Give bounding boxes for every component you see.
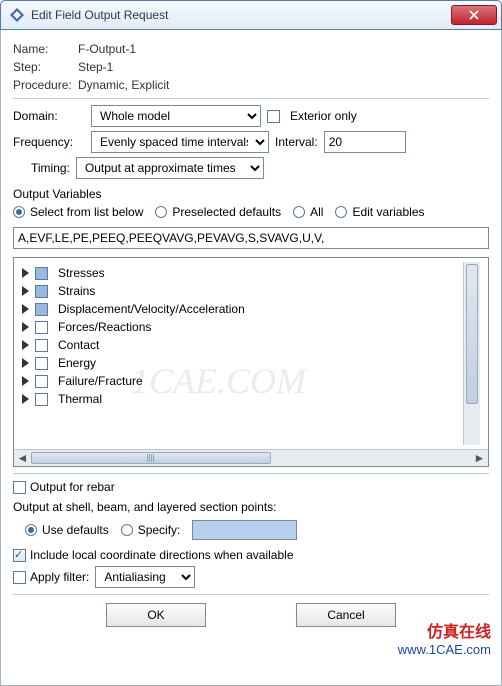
scroll-left-icon[interactable]: ◄ (14, 451, 31, 466)
separator (13, 473, 489, 474)
procedure-label: Procedure: (13, 78, 78, 92)
tree-item-stresses[interactable]: Stresses (22, 266, 463, 280)
output-mode-radios: Select from list below Preselected defau… (13, 205, 489, 219)
step-value: Step-1 (78, 60, 113, 74)
radio-use-defaults[interactable]: Use defaults (25, 523, 109, 537)
tree-item-failure-fracture[interactable]: Failure/Fracture (22, 374, 463, 388)
tree-checkbox[interactable] (35, 357, 48, 370)
tree-label: Displacement/Velocity/Acceleration (58, 302, 245, 316)
procedure-value: Dynamic, Explicit (78, 78, 169, 92)
tree-label: Stresses (58, 266, 105, 280)
scroll-right-icon[interactable]: ► (471, 451, 488, 466)
domain-row: Domain: Whole model Exterior only (13, 105, 489, 127)
radio-specify[interactable]: Specify: (121, 523, 181, 537)
close-button[interactable] (451, 5, 497, 25)
tree-item-energy[interactable]: Energy (22, 356, 463, 370)
scrollbar-horizontal[interactable]: ◄ ► (14, 449, 488, 466)
radio-all[interactable]: All (293, 205, 323, 219)
tree-label: Thermal (58, 392, 102, 406)
section-points-radios: Use defaults Specify: (13, 520, 489, 540)
expand-icon[interactable] (22, 304, 29, 314)
expand-icon[interactable] (22, 322, 29, 332)
tree-item-contact[interactable]: Contact (22, 338, 463, 352)
tree-label: Strains (58, 284, 95, 298)
apply-filter-checkbox[interactable] (13, 571, 26, 584)
tree-checkbox[interactable] (35, 267, 48, 280)
apply-filter-label: Apply filter: (30, 570, 89, 584)
ok-button[interactable]: OK (106, 603, 206, 627)
radio-preselected[interactable]: Preselected defaults (155, 205, 281, 219)
tree-item-forces-reactions[interactable]: Forces/Reactions (22, 320, 463, 334)
tree-checkbox[interactable] (35, 339, 48, 352)
domain-label: Domain: (13, 109, 85, 123)
exterior-only-checkbox[interactable] (267, 110, 280, 123)
tree-label: Failure/Fracture (58, 374, 143, 388)
tree-item-displacement-velocity-acceleration[interactable]: Displacement/Velocity/Acceleration (22, 302, 463, 316)
dialog-content: Name: F-Output-1 Step: Step-1 Procedure:… (0, 30, 502, 686)
local-coord-checkbox[interactable] (13, 549, 26, 562)
exterior-only-label: Exterior only (290, 109, 357, 123)
expand-icon[interactable] (22, 268, 29, 278)
close-icon (469, 10, 479, 20)
variables-input[interactable] (13, 227, 489, 249)
interval-input[interactable] (324, 131, 406, 153)
name-label: Name: (13, 42, 78, 56)
apply-filter-row: Apply filter: Antialiasing (13, 566, 489, 588)
timing-select[interactable]: Output at approximate times (76, 157, 264, 179)
frequency-row: Frequency: Evenly spaced time intervals … (13, 131, 489, 153)
tree-label: Contact (58, 338, 99, 352)
tree-item-thermal[interactable]: Thermal (22, 392, 463, 406)
filter-select[interactable]: Antialiasing (95, 566, 195, 588)
radio-edit-variables[interactable]: Edit variables (335, 205, 424, 219)
app-icon (9, 7, 25, 23)
timing-label: Timing: (31, 161, 70, 175)
output-variables-title: Output Variables (13, 187, 489, 201)
rebar-label: Output for rebar (30, 480, 115, 494)
local-coord-row: Include local coordinate directions when… (13, 548, 489, 562)
button-row: OK Cancel (13, 603, 489, 627)
tree-checkbox[interactable] (35, 285, 48, 298)
radio-select-from-list[interactable]: Select from list below (13, 205, 143, 219)
local-coord-label: Include local coordinate directions when… (30, 548, 294, 562)
frequency-label: Frequency: (13, 135, 85, 149)
section-points-label: Output at shell, beam, and layered secti… (13, 500, 489, 514)
procedure-row: Procedure: Dynamic, Explicit (13, 78, 489, 92)
expand-icon[interactable] (22, 340, 29, 350)
tree-checkbox[interactable] (35, 303, 48, 316)
expand-icon[interactable] (22, 376, 29, 386)
rebar-checkbox[interactable] (13, 481, 26, 494)
name-value: F-Output-1 (78, 42, 136, 56)
tree-label: Forces/Reactions (58, 320, 151, 334)
tree-checkbox[interactable] (35, 321, 48, 334)
domain-select[interactable]: Whole model (91, 105, 261, 127)
titlebar: Edit Field Output Request (0, 0, 502, 30)
name-row: Name: F-Output-1 (13, 42, 489, 56)
rebar-row: Output for rebar (13, 480, 489, 494)
window-title: Edit Field Output Request (31, 8, 168, 22)
cancel-button[interactable]: Cancel (296, 603, 396, 627)
interval-label: Interval: (275, 135, 318, 149)
tree-checkbox[interactable] (35, 393, 48, 406)
variables-tree: Stresses Strains Displacement/Velocity/Acc… (13, 257, 489, 467)
step-label: Step: (13, 60, 78, 74)
step-row: Step: Step-1 (13, 60, 489, 74)
timing-row: Timing: Output at approximate times (13, 157, 489, 179)
tree-label: Energy (58, 356, 96, 370)
specify-input[interactable] (192, 520, 297, 540)
expand-icon[interactable] (22, 394, 29, 404)
scrollbar-vertical[interactable] (463, 262, 480, 445)
frequency-select[interactable]: Evenly spaced time intervals (91, 131, 269, 153)
expand-icon[interactable] (22, 286, 29, 296)
tree-item-strains[interactable]: Strains (22, 284, 463, 298)
expand-icon[interactable] (22, 358, 29, 368)
separator (13, 594, 489, 595)
separator (13, 98, 489, 99)
tree-checkbox[interactable] (35, 375, 48, 388)
